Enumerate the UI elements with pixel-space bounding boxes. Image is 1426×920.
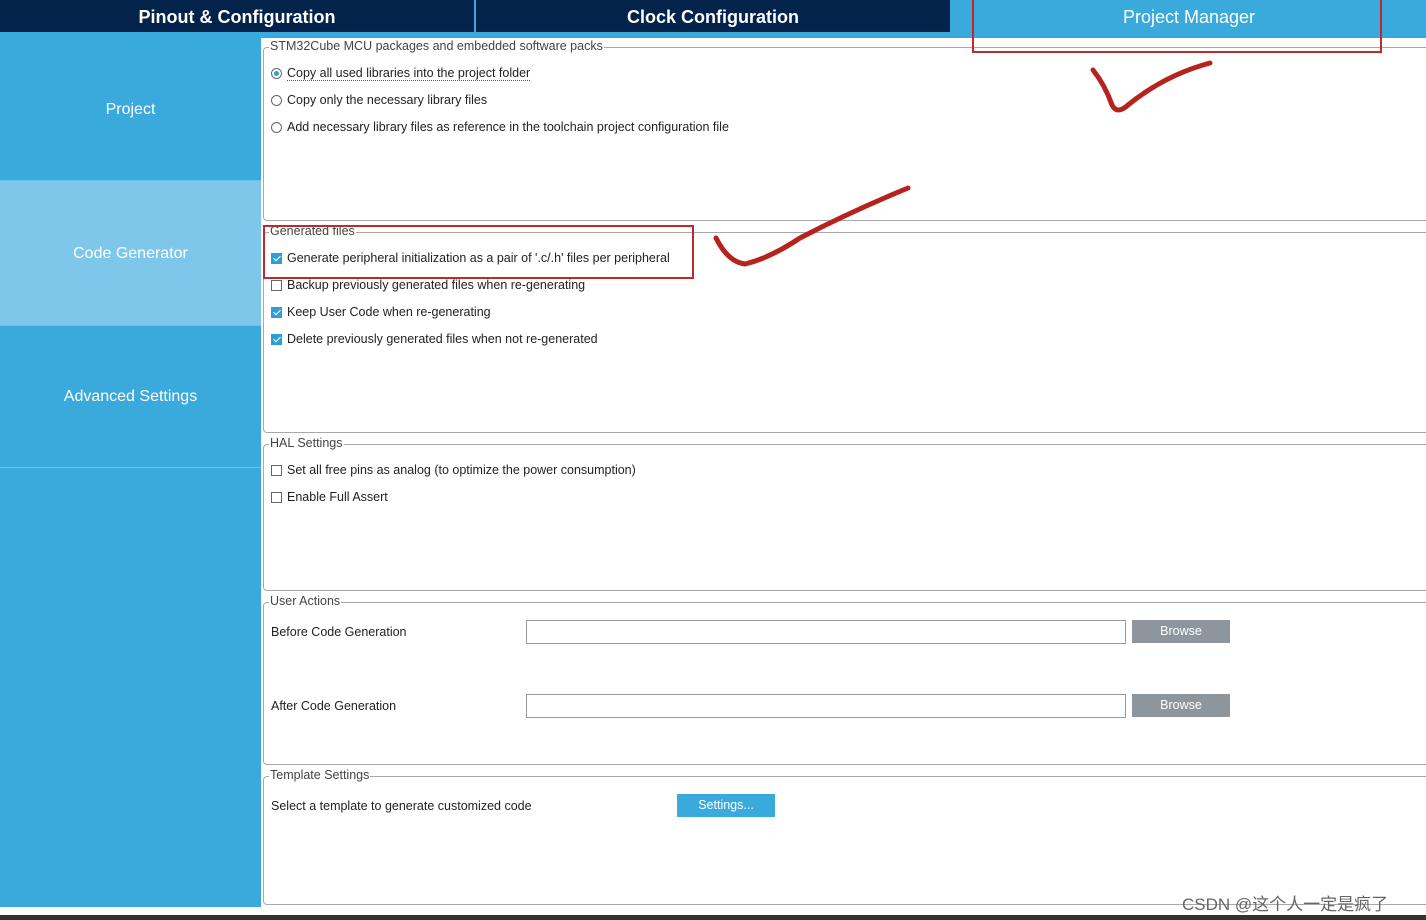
watermark: CSDN @这个人一定是疯了	[1182, 895, 1389, 914]
annotation-checkmarks	[713, 60, 1213, 267]
checkmark-icon	[1090, 60, 1213, 113]
checkmark-icon	[713, 185, 911, 267]
bottom-border	[0, 915, 1426, 920]
